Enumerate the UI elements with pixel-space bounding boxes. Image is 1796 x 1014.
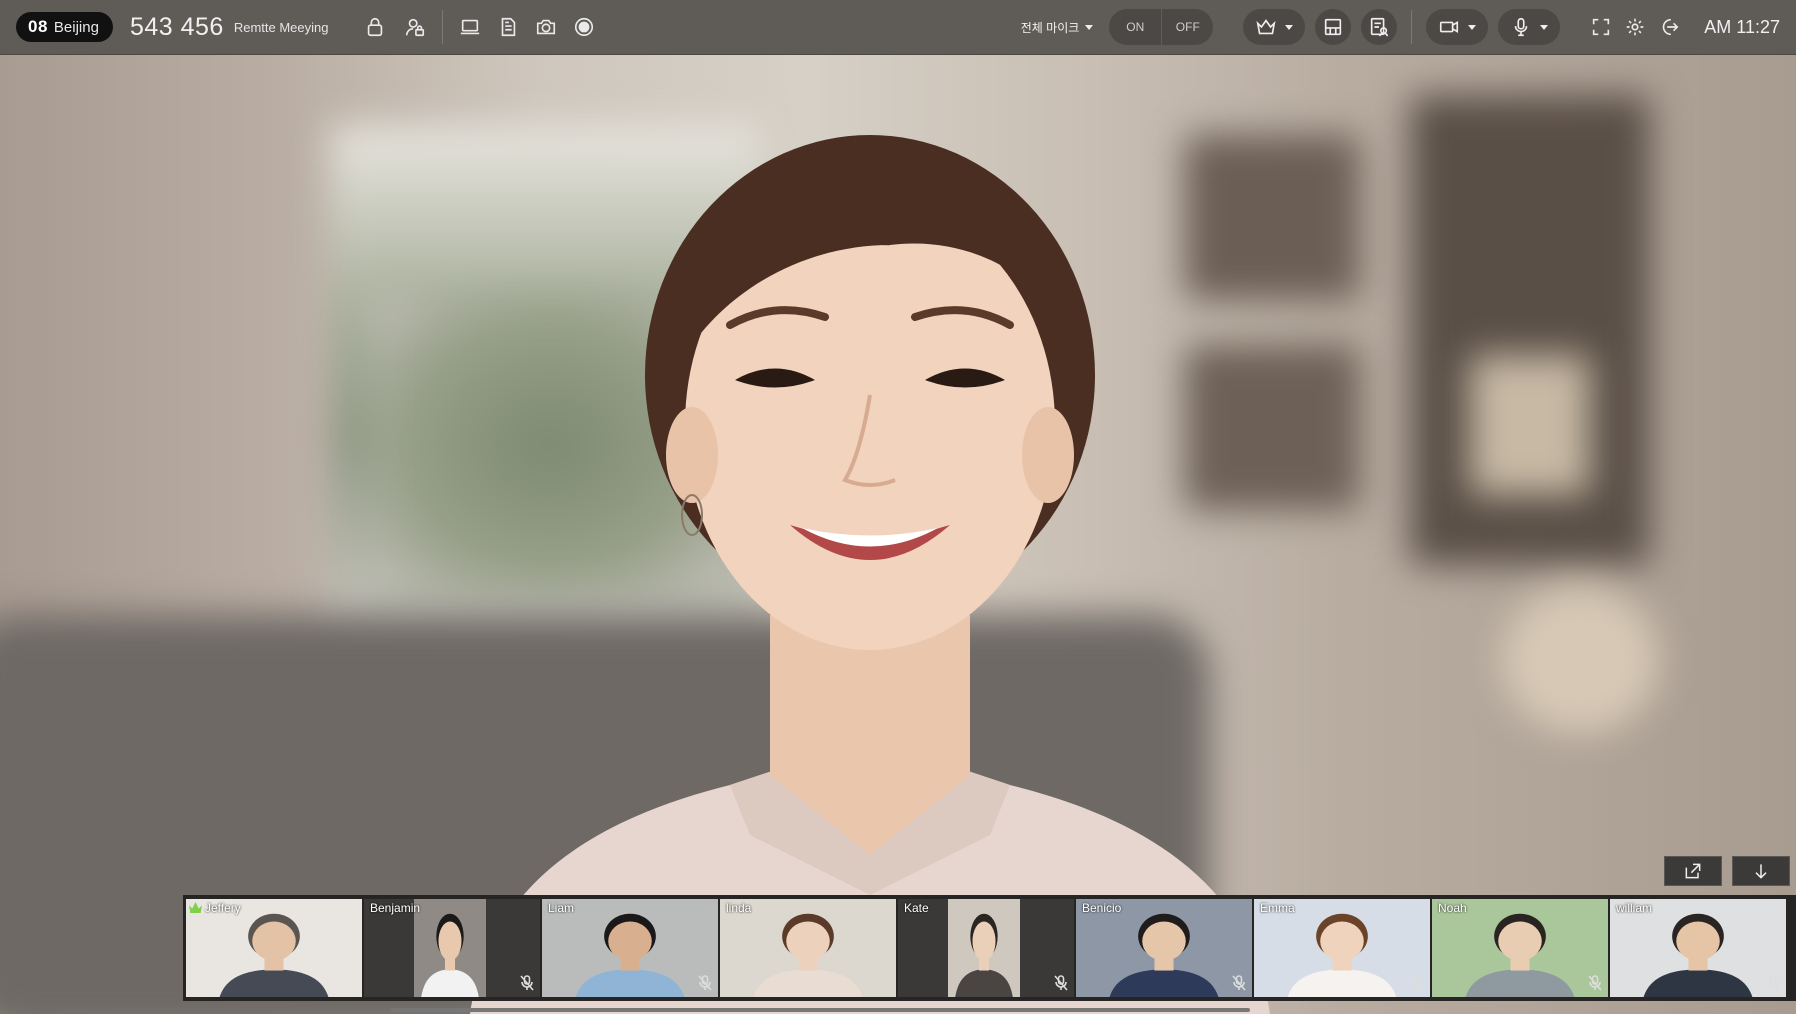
- mic-muted-icon: [1054, 975, 1068, 991]
- fullscreen-icon[interactable]: [1588, 14, 1614, 40]
- participant-avatar: [575, 913, 685, 997]
- participants-list-button[interactable]: [1361, 9, 1398, 45]
- mic-muted-icon: [1588, 975, 1602, 991]
- participant-avatar: [753, 913, 863, 997]
- participant-name: Kate: [904, 901, 929, 915]
- chevron-down-icon: [1468, 24, 1477, 30]
- room-number: 08: [28, 17, 48, 36]
- list-user-icon: [1371, 17, 1389, 37]
- participant-name: Noah: [1438, 901, 1467, 915]
- exit-icon[interactable]: [1656, 14, 1682, 40]
- mic-all-label: 전체 마이크: [1020, 20, 1080, 35]
- lock-icon[interactable]: [362, 14, 388, 40]
- record-icon[interactable]: [571, 14, 597, 40]
- participant-tile[interactable]: Liam: [542, 899, 718, 997]
- chevron-down-icon: [1085, 24, 1094, 30]
- participant-tile[interactable]: Jeffery: [186, 899, 362, 997]
- arrow-down-icon: [1755, 864, 1767, 879]
- mic-on-button[interactable]: ON: [1109, 9, 1161, 45]
- mic-muted-icon: [698, 975, 712, 991]
- user-lock-icon[interactable]: [402, 14, 428, 40]
- room-city: Beijing: [53, 18, 99, 36]
- active-speaker: [430, 95, 1310, 1014]
- meeting-id: 543 456: [129, 12, 224, 41]
- microphone-dropdown[interactable]: [1498, 9, 1561, 45]
- participant-tile[interactable]: Benicio: [1076, 899, 1252, 997]
- participant-tile[interactable]: linda: [720, 899, 896, 997]
- participant-tile[interactable]: Kate: [898, 899, 1074, 997]
- layout-icon: [1325, 18, 1342, 36]
- screen-share-icon[interactable]: [457, 14, 483, 40]
- main-video: [0, 55, 1796, 1014]
- participant-tile[interactable]: Emma: [1254, 899, 1430, 997]
- participant-avatar: [1465, 913, 1575, 997]
- meeting-name: Remtte Meeying: [233, 19, 329, 35]
- mic-muted-icon: [520, 975, 534, 991]
- collapse-strip-button[interactable]: [1732, 856, 1790, 886]
- chevron-down-icon: [1285, 24, 1294, 30]
- top-toolbar: 08 Beijing 543 456 Remtte Meeying 전체 마이크…: [0, 0, 1796, 55]
- participant-name: Jeffery: [205, 901, 241, 915]
- participant-avatar: [414, 899, 486, 997]
- toolbar-divider: [1411, 10, 1413, 44]
- participant-tile[interactable]: Benjamin: [364, 899, 540, 997]
- chevron-down-icon: [1540, 24, 1549, 30]
- microphone-icon: [1514, 17, 1528, 37]
- mic-muted-icon: [1410, 975, 1424, 991]
- layout-button[interactable]: [1315, 9, 1352, 45]
- background-lamp: [1500, 585, 1660, 735]
- participant-strip: Jeffery Benjamin Liam linda Kate Benicio Emma N…: [183, 895, 1796, 1001]
- clock: AM 11:27: [1704, 16, 1780, 37]
- participant-name: Emma: [1260, 901, 1295, 915]
- gear-icon[interactable]: [1622, 14, 1648, 40]
- participant-avatar: [948, 899, 1020, 997]
- strip-scrollbar[interactable]: [390, 1008, 1250, 1012]
- participant-name: Benjamin: [370, 901, 421, 915]
- participant-name: william: [1616, 901, 1652, 915]
- crown-icon: [1256, 19, 1276, 35]
- host-dropdown[interactable]: [1243, 9, 1306, 45]
- document-icon[interactable]: [495, 14, 521, 40]
- participant-tile[interactable]: william: [1610, 899, 1786, 997]
- popout-icon: [1685, 863, 1701, 879]
- mic-all-toggle[interactable]: ON OFF: [1109, 9, 1214, 45]
- room-badge: 08 Beijing: [16, 12, 113, 42]
- participant-name: linda: [726, 901, 752, 915]
- popout-button[interactable]: [1664, 856, 1722, 886]
- mic-muted-icon: [1766, 975, 1780, 991]
- participant-name: Liam: [548, 901, 575, 915]
- participant-name: Benicio: [1082, 901, 1122, 915]
- mic-muted-icon: [1232, 975, 1246, 991]
- background-frame-inner: [1470, 355, 1590, 495]
- mic-all-dropdown[interactable]: 전체 마이크: [1021, 19, 1094, 36]
- video-camera-icon: [1440, 20, 1459, 34]
- mic-off-button[interactable]: OFF: [1161, 9, 1213, 45]
- participant-tile[interactable]: Noah: [1432, 899, 1608, 997]
- camera-capture-icon[interactable]: [533, 14, 559, 40]
- toolbar-divider: [442, 10, 444, 44]
- camera-dropdown[interactable]: [1426, 9, 1489, 45]
